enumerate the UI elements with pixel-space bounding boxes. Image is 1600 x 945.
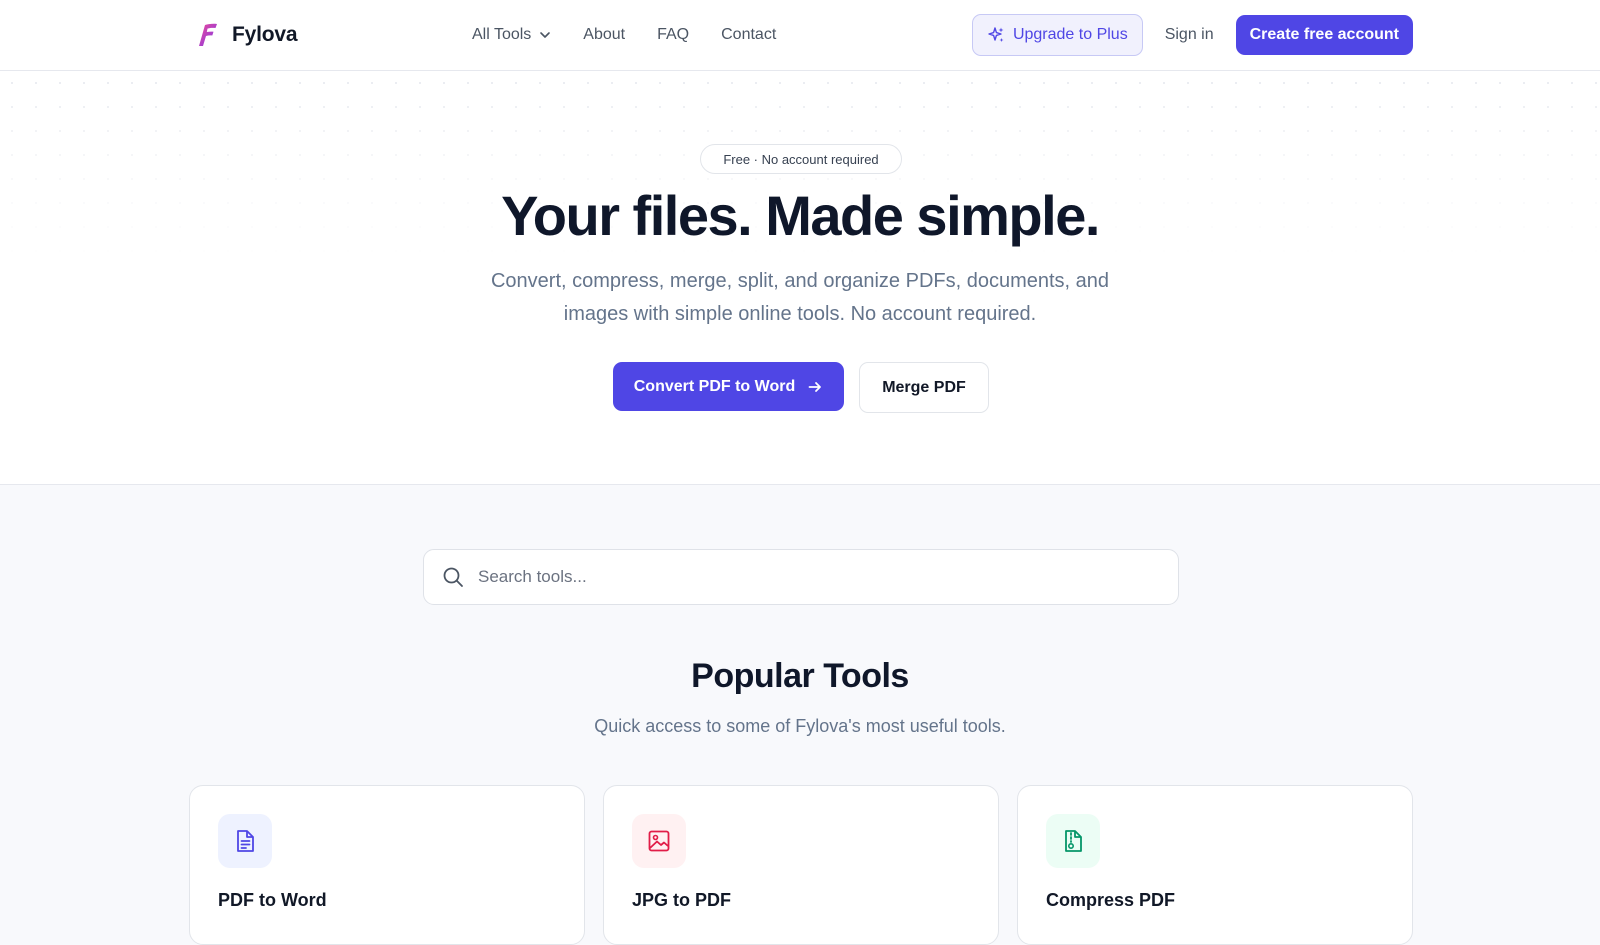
brand-name: Fylova xyxy=(232,23,298,46)
tool-card-title: PDF to Word xyxy=(218,890,327,910)
tool-card-icon-wrap xyxy=(1046,814,1100,868)
hero-title: Your files. Made simple. xyxy=(501,184,1100,247)
search-icon xyxy=(443,567,463,587)
nav-faq[interactable]: FAQ xyxy=(657,26,689,44)
sparkles-icon xyxy=(988,27,1004,42)
tool-card-icon-wrap xyxy=(218,814,272,868)
main-nav: All Tools About FAQ Contact xyxy=(472,22,808,48)
tool-search-box[interactable] xyxy=(423,549,1179,605)
popular-tools-grid: PDF to Word JPG to PDF Compress PDF xyxy=(189,785,1413,945)
convert-pdf-to-word-button[interactable]: Convert PDF to Word xyxy=(613,362,844,411)
convert-button-label: Convert PDF to Word xyxy=(633,377,796,395)
brand-logo[interactable]: Fylova xyxy=(198,20,298,50)
popular-tools-title: Popular Tools xyxy=(691,657,909,695)
fylova-logo-icon xyxy=(199,23,217,46)
merge-pdf-button[interactable]: Merge PDF xyxy=(859,362,989,413)
sign-in-link[interactable]: Sign in xyxy=(1165,26,1214,44)
upgrade-button[interactable]: Upgrade to Plus xyxy=(971,14,1143,56)
tool-card-title: JPG to PDF xyxy=(632,890,732,910)
upgrade-button-label: Upgrade to Plus xyxy=(1012,26,1128,43)
document-icon xyxy=(237,830,254,852)
hero-badge: Free · No account required xyxy=(700,144,902,174)
file-archive-icon xyxy=(1065,830,1082,852)
hero-section: Free · No account required Your files. M… xyxy=(0,71,1600,485)
popular-tools-subtitle: Quick access to some of Fylova's most us… xyxy=(594,716,1006,736)
nav-actions: Upgrade to Plus Sign in Create free acco… xyxy=(971,14,1413,56)
chevron-down-icon xyxy=(540,32,551,38)
create-account-button[interactable]: Create free account xyxy=(1235,15,1413,55)
tool-card-compress-pdf[interactable]: Compress PDF xyxy=(1017,785,1413,945)
nav-all-tools-label: All Tools xyxy=(472,26,532,43)
top-navbar: Fylova All Tools About FAQ Contact Upgra… xyxy=(0,0,1600,71)
tool-card-jpg-to-pdf[interactable]: JPG to PDF xyxy=(603,785,999,945)
nav-all-tools[interactable]: All Tools xyxy=(472,26,551,44)
arrow-right-icon xyxy=(808,381,822,392)
hero-subtitle: Convert, compress, merge, split, and org… xyxy=(490,270,1110,325)
hero-cta-group: Convert PDF to Word Merge PDF xyxy=(613,362,989,413)
tool-card-pdf-to-word[interactable]: PDF to Word xyxy=(189,785,585,945)
nav-about[interactable]: About xyxy=(583,26,625,44)
tool-card-title: Compress PDF xyxy=(1046,890,1176,910)
image-icon xyxy=(648,830,670,852)
nav-contact[interactable]: Contact xyxy=(721,26,776,44)
search-input[interactable] xyxy=(478,567,1128,587)
tool-card-icon-wrap xyxy=(632,814,686,868)
